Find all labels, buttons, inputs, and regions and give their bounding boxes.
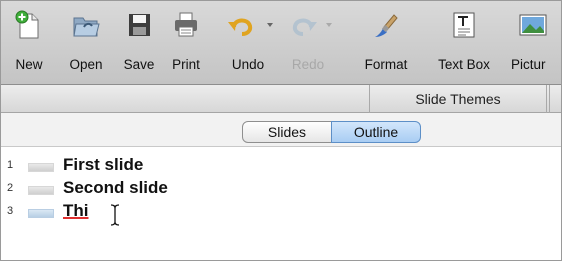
slides-view-button[interactable]: Slides (242, 121, 332, 143)
outline-row[interactable]: 3 Thi (1, 201, 561, 226)
new-label: New (15, 57, 43, 72)
outline-row[interactable]: 1 First slide (1, 155, 561, 177)
picture-label: Pictur (511, 57, 546, 72)
outline-row[interactable]: 2 Second slide (1, 178, 561, 200)
redo-dropdown-icon[interactable] (326, 23, 332, 27)
slide-thumbnail-icon[interactable] (28, 163, 54, 172)
save-label: Save (123, 57, 155, 72)
save-button[interactable]: Save (119, 7, 159, 79)
view-switcher-bar: Slides Outline (1, 113, 561, 147)
slide-title-text[interactable]: Second slide (63, 178, 168, 198)
text-cursor-icon (110, 204, 120, 226)
standard-toolbar: New Open Save Print Undo Redo Format Tex… (1, 1, 561, 85)
redo-label: Redo (291, 57, 325, 72)
slide-number: 1 (7, 159, 14, 171)
new-button[interactable]: New (11, 7, 47, 79)
text-box-label: Text Box (438, 57, 490, 72)
slide-thumbnail-icon[interactable] (28, 209, 54, 218)
undo-arrow-icon (228, 18, 253, 36)
slide-navigation-pane: Slides Outline 1 First slide 2 Second sl… (1, 113, 561, 260)
paintbrush-icon (375, 14, 398, 37)
slide-title-text[interactable]: Thi (63, 201, 89, 221)
folder-open-icon (73, 17, 100, 37)
format-label: Format (364, 57, 408, 72)
picture-button[interactable]: Pictur (511, 7, 561, 79)
new-document-icon (15, 10, 39, 39)
outline-view-button[interactable]: Outline (331, 121, 421, 143)
elements-gallery-bar: Slide Themes (1, 85, 561, 113)
format-button[interactable]: Format (359, 7, 413, 79)
slide-number: 3 (7, 205, 14, 217)
slide-thumbnail-icon[interactable] (28, 186, 54, 195)
slide-title-text[interactable]: First slide (63, 155, 143, 175)
text-box-icon (453, 12, 475, 38)
text-box-button[interactable]: Text Box (431, 7, 497, 79)
undo-label: Undo (231, 57, 265, 72)
floppy-disk-icon (129, 14, 150, 36)
tab-slide-themes[interactable]: Slide Themes (369, 85, 547, 113)
redo-arrow-icon (292, 18, 317, 36)
open-button[interactable]: Open (63, 7, 109, 79)
redo-button[interactable]: Redo (286, 7, 332, 79)
presentation-window: New Open Save Print Undo Redo Format Tex… (0, 0, 562, 261)
print-button[interactable]: Print (165, 7, 207, 79)
printer-icon (175, 12, 197, 37)
gallery-tab-edge (549, 85, 561, 113)
undo-dropdown-icon[interactable] (267, 23, 273, 27)
picture-icon (519, 14, 547, 36)
undo-button[interactable]: Undo (223, 7, 273, 79)
open-label: Open (69, 57, 103, 72)
print-label: Print (172, 57, 200, 72)
slide-number: 2 (7, 182, 14, 194)
